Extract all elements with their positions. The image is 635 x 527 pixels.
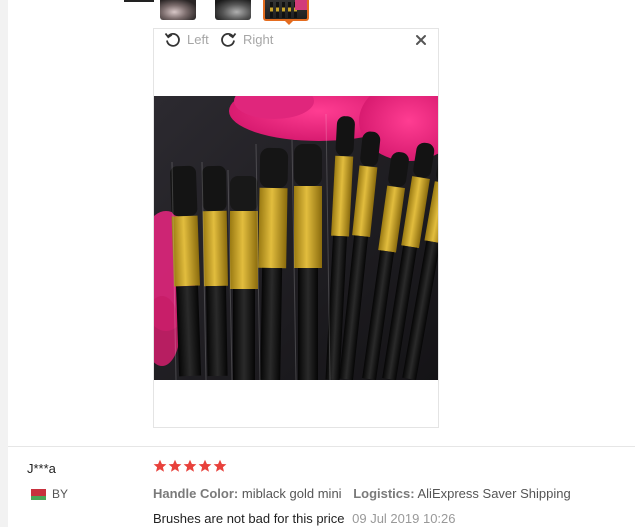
reviewer-name: J***a xyxy=(27,461,56,476)
rotate-right-button[interactable]: Right xyxy=(220,31,273,48)
star-icon xyxy=(213,459,227,472)
rotate-right-icon xyxy=(221,32,237,47)
close-icon[interactable] xyxy=(414,33,428,47)
selected-thumbnail-caret xyxy=(283,19,295,25)
country-code: BY xyxy=(52,487,69,501)
rotate-left-button[interactable]: Left xyxy=(164,31,209,48)
review-thumbnail-1[interactable] xyxy=(160,0,196,20)
review-content: Brushes are not bad for this price 09 Ju… xyxy=(153,511,456,526)
star-icon xyxy=(168,459,182,472)
belarus-flag-icon xyxy=(28,488,46,500)
star-icon xyxy=(183,459,197,472)
review-divider xyxy=(8,446,635,447)
rotate-left-icon xyxy=(164,32,180,47)
attr-logistics-value: AliExpress Saver Shipping xyxy=(417,486,571,501)
attr-logistics-key: Logistics: xyxy=(353,486,415,501)
star-icon xyxy=(153,459,167,472)
review-thumbnail-3-selected[interactable] xyxy=(263,0,309,21)
rotate-right-label: Right xyxy=(243,32,274,47)
page-left-edge xyxy=(0,0,8,527)
review-text: Brushes are not bad for this price xyxy=(153,511,345,526)
review-date: 09 Jul 2019 10:26 xyxy=(352,511,456,526)
star-rating xyxy=(153,459,227,473)
star-icon xyxy=(198,459,212,472)
reviewer-country: BY xyxy=(28,487,68,501)
review-photo xyxy=(154,96,438,380)
attr-handle-color-key: Handle Color: xyxy=(153,486,239,501)
rotate-left-label: Left xyxy=(187,32,209,47)
image-viewer: Left Right xyxy=(153,28,439,428)
review-attributes: Handle Color: miblack gold mini Logistic… xyxy=(153,486,579,501)
attr-handle-color-value: miblack gold mini xyxy=(241,486,342,501)
top-rule xyxy=(124,0,154,2)
review-thumbnail-2[interactable] xyxy=(215,0,251,20)
